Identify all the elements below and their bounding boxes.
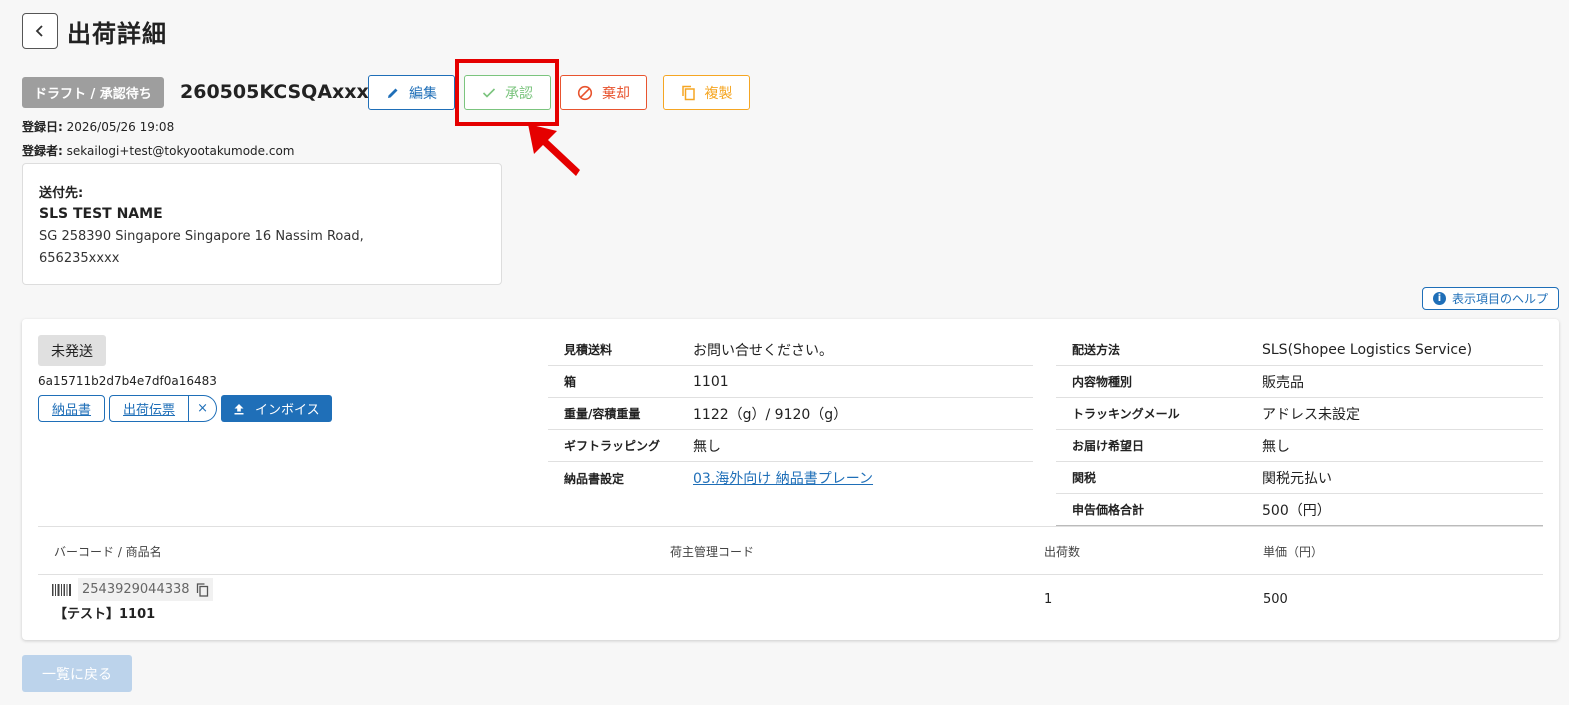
delivery-note-button[interactable]: 納品書 [38, 395, 106, 422]
col-header-barcode: バーコード / 商品名 [54, 545, 162, 559]
info-row: 箱 1101 [548, 366, 1033, 398]
address-line-2: 656235xxxx [39, 251, 120, 266]
info-row: 申告価格合計 500（円） [1056, 494, 1543, 526]
items-table-header: バーコード / 商品名 荷主管理コード 出荷数 単価（円） [38, 527, 1543, 575]
document-buttons: 納品書 出荷伝票 × インボイス [38, 395, 332, 422]
address-card: 送付先: SLS TEST NAME SG 258390 Singapore S… [22, 163, 502, 285]
remove-shipping-slip-button[interactable]: × [189, 395, 218, 422]
item-price: 500 [1263, 592, 1288, 607]
barcode-cell: 2543929044338 [52, 578, 213, 601]
shipment-hash: 6a15711b2d7b4e7df0a16483 [38, 374, 217, 388]
pointer-arrow-icon [528, 124, 580, 176]
info-row: トラッキングメール アドレス未設定 [1056, 398, 1543, 430]
copy-icon [681, 85, 695, 100]
status-badge: ドラフト / 承認待ち [22, 77, 164, 108]
shipping-status-badge: 未発送 [38, 335, 106, 366]
upload-icon [234, 403, 244, 414]
info-row: 納品書設定 03.海外向け 納品書プレーン [548, 462, 1033, 494]
info-icon: i [1432, 292, 1446, 305]
registrant: 登録者: sekailogi+test@tokyootakumode.com [22, 144, 295, 158]
item-qty: 1 [1044, 592, 1053, 607]
approve-highlight-box [455, 59, 559, 126]
table-row: 2543929044338 【テスト】1101 1 500 [38, 575, 1543, 625]
col-header-price: 単価（円） [1263, 545, 1324, 559]
shipment-info-table: 見積送料 お問い合せください。 箱 1101 重量/容積重量 1122（g）/ 912… [548, 334, 1033, 494]
pencil-icon [388, 88, 398, 98]
info-row: ギフトラッピング 無し [548, 430, 1033, 462]
shipment-card: 未発送 6a15711b2d7b4e7df0a16483 納品書 出荷伝票 × … [22, 319, 1559, 640]
col-header-owner-code: 荷主管理コード [670, 545, 755, 559]
item-name: 【テスト】1101 [54, 607, 156, 622]
shipping-slip-button[interactable]: 出荷伝票 [109, 395, 190, 422]
back-button[interactable] [22, 13, 58, 49]
barcode-value: 2543929044338 [78, 578, 213, 601]
info-row: 見積送料 お問い合せください。 [548, 334, 1033, 366]
info-row: 内容物種別 販売品 [1056, 366, 1543, 398]
discard-label: 棄却 [602, 85, 630, 102]
barcode-icon [52, 583, 71, 596]
delivery-info-table: 配送方法 SLS(Shopee Logistics Service) 内容物種別販… [1056, 334, 1543, 526]
discard-button[interactable]: 棄却 [560, 75, 647, 110]
recipient-name: SLS TEST NAME [39, 206, 163, 222]
info-row: 配送方法 SLS(Shopee Logistics Service) [1056, 334, 1543, 366]
info-row: 重量/容積重量 1122（g）/ 9120（g） [548, 398, 1033, 430]
edit-button[interactable]: 編集 [368, 75, 455, 110]
back-to-list-button[interactable]: 一覧に戻る [22, 655, 132, 692]
page-title: 出荷詳細 [67, 20, 167, 48]
duplicate-label: 複製 [704, 85, 733, 102]
info-row: お届け希望日 無し [1056, 430, 1543, 462]
field-help-label: 表示項目のヘルプ [1451, 292, 1548, 306]
delivery-note-setting-link[interactable]: 03.海外向け 納品書プレーン [693, 468, 873, 488]
address-line-1: SG 258390 Singapore Singapore 16 Nassim … [39, 229, 364, 244]
chevron-left-icon [35, 25, 43, 37]
duplicate-button[interactable]: 複製 [663, 75, 750, 110]
block-icon [577, 85, 593, 100]
col-header-qty: 出荷数 [1044, 545, 1081, 559]
invoice-label: インボイス [255, 403, 320, 418]
shipping-slip-group: 出荷伝票 × [109, 395, 218, 422]
registered-date: 登録日: 2026/05/26 19:08 [22, 120, 175, 134]
invoice-upload-button[interactable]: インボイス [221, 395, 332, 422]
order-id: 260505KCSQAxxxx [180, 81, 382, 103]
field-help-button[interactable]: i 表示項目のヘルプ [1422, 287, 1559, 310]
address-label: 送付先: [39, 186, 84, 201]
edit-label: 編集 [409, 85, 437, 102]
info-row: 関税 関税元払い [1056, 462, 1543, 494]
copy-barcode-icon[interactable] [196, 582, 209, 597]
